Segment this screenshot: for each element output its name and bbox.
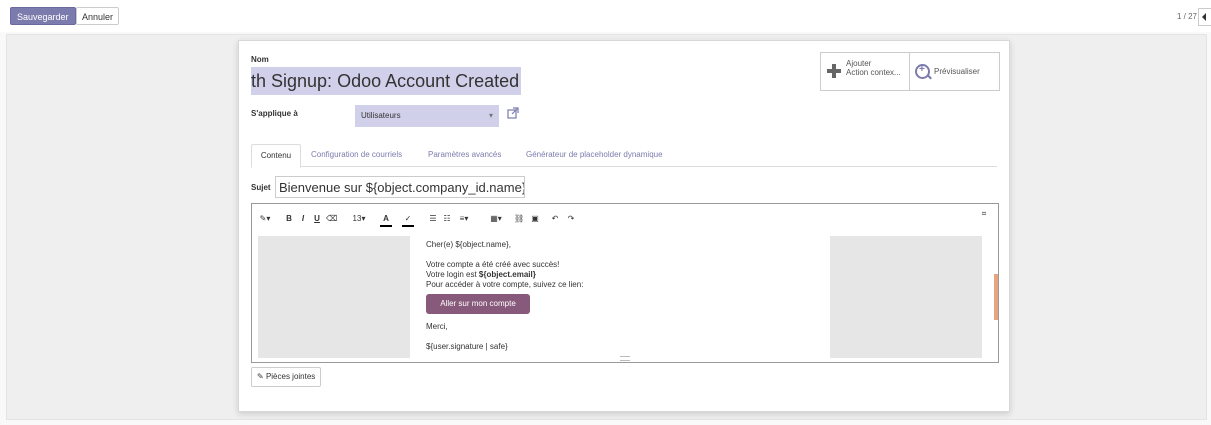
signature-line: ${user.signature | safe} — [426, 342, 508, 351]
highlight-icon[interactable]: ✓ — [402, 213, 414, 227]
name-label: Nom — [251, 55, 269, 64]
font-color-icon[interactable]: A — [380, 213, 392, 227]
paperclip-icon: ✎ — [257, 372, 264, 381]
style-icon[interactable]: ✎▾ — [258, 213, 272, 225]
tab-advanced-settings[interactable]: Paramètres avancés — [428, 144, 501, 166]
form-sheet: Nom th Signup: Odoo Account Created Ajou… — [238, 40, 1010, 412]
editor-content[interactable]: Cher(e) ${object.name}, Votre compte a é… — [258, 236, 982, 358]
font-size-value: 13 — [352, 214, 362, 223]
notebook-tabs: Contenu Configuration de courriels Param… — [251, 144, 997, 168]
attachments-button[interactable]: ✎ Pièces jointes — [251, 367, 322, 387]
add-action-line1: Ajouter — [846, 59, 872, 68]
preview-label: Prévisualiser — [934, 67, 980, 76]
plus-icon — [827, 64, 841, 78]
created-line: Votre compte a été créé avec succès! — [426, 260, 560, 269]
preview-button[interactable]: Prévisualiser — [910, 53, 999, 90]
table-icon[interactable]: ▦▾ — [488, 213, 504, 225]
save-button[interactable]: Sauvegarder — [10, 7, 76, 25]
undo-icon[interactable]: ↶ — [550, 213, 560, 225]
applies-to-label: S'applique à — [251, 109, 298, 118]
tab-email-configuration[interactable]: Configuration de courriels — [311, 144, 402, 166]
thanks-line: Merci, — [426, 322, 448, 331]
font-size-select[interactable]: 13▾ — [348, 213, 370, 225]
eraser-icon[interactable]: ⌫ — [326, 213, 337, 225]
html-editor: ✎▾ B I U ⌫ 13▾ A ✓ ☰ ☷ ≡▾ ▦▾ ⛓ ▣ ↶ ↷ ⌗ C… — [251, 203, 999, 363]
subject-label: Sujet — [251, 183, 271, 192]
email-body[interactable]: Cher(e) ${object.name}, Votre compte a é… — [410, 236, 830, 358]
add-action-line2: Action contex... — [846, 68, 901, 77]
go-to-account-button[interactable]: Aller sur mon compte — [426, 294, 530, 314]
underline-icon[interactable]: U — [312, 213, 322, 225]
control-panel: Sauvegarder Annuler 1 / 27 — [0, 0, 1211, 32]
applies-to-select[interactable]: Utilisateurs ▾ — [355, 105, 499, 127]
subject-input[interactable]: Bienvenue sur ${object.company_id.name} — [275, 176, 525, 198]
applies-to-value: Utilisateurs — [361, 111, 401, 120]
login-line: Votre login est ${object.email} — [426, 270, 536, 279]
link-icon[interactable]: ⛓ — [514, 213, 524, 225]
numbered-list-icon[interactable]: ☷ — [442, 213, 452, 225]
access-line: Pour accéder à votre compte, suivez ce l… — [426, 280, 584, 289]
add-context-action-button[interactable]: Ajouter Action contex... — [821, 53, 910, 90]
zoom-in-icon — [915, 64, 930, 79]
italic-icon[interactable]: I — [298, 213, 308, 225]
tab-placeholder-generator[interactable]: Générateur de placeholder dynamique — [526, 144, 663, 166]
bold-icon[interactable]: B — [284, 213, 294, 225]
editor-scrollbar[interactable] — [994, 274, 998, 320]
editor-toolbar: ✎▾ B I U ⌫ 13▾ A ✓ ☰ ☷ ≡▾ ▦▾ ⛓ ▣ ↶ ↷ ⌗ — [252, 204, 998, 234]
image-icon[interactable]: ▣ — [530, 213, 540, 225]
cancel-button[interactable]: Annuler — [76, 7, 120, 25]
code-view-icon[interactable]: ⌗ — [978, 208, 990, 220]
align-icon[interactable]: ≡▾ — [456, 213, 472, 225]
tab-content[interactable]: Contenu — [251, 144, 301, 168]
name-input[interactable]: th Signup: Odoo Account Created — [251, 67, 521, 95]
attachments-label: Pièces jointes — [265, 372, 316, 381]
external-link-icon[interactable] — [507, 107, 519, 119]
smart-buttons: Ajouter Action contex... Prévisualiser — [820, 52, 1000, 91]
pager-value[interactable]: 1 / 27 — [1177, 12, 1197, 21]
chevron-down-icon: ▾ — [488, 111, 493, 120]
pager-previous-icon[interactable] — [1198, 8, 1211, 26]
bullet-list-icon[interactable]: ☰ — [428, 213, 438, 225]
redo-icon[interactable]: ↷ — [566, 213, 576, 225]
greeting-line: Cher(e) ${object.name}, — [426, 240, 511, 249]
editor-resize-handle[interactable] — [620, 356, 630, 361]
